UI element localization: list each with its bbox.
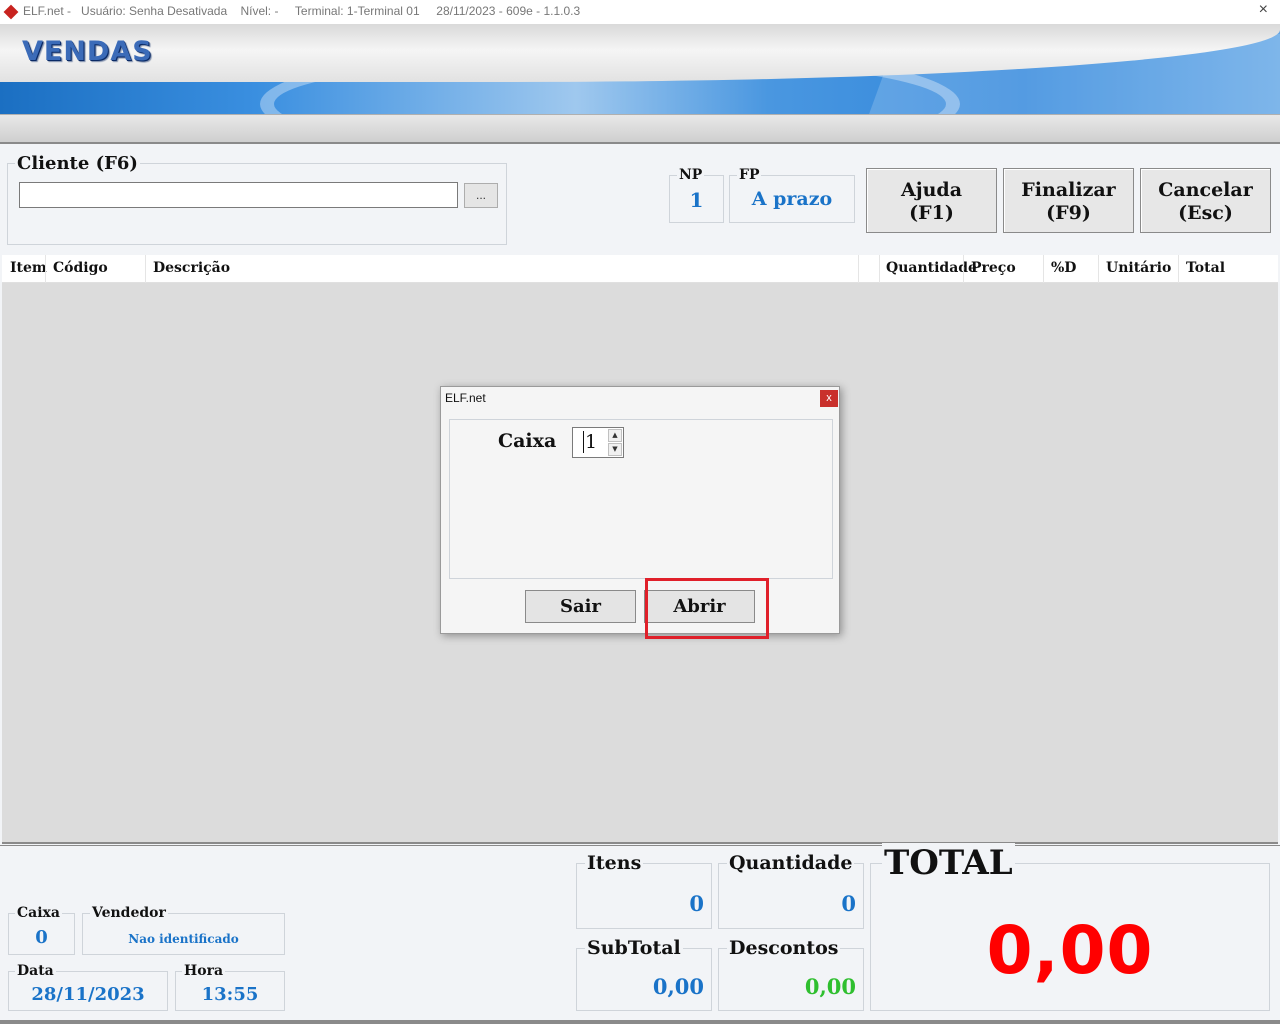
column-header-item[interactable]: Item bbox=[10, 260, 47, 276]
caixa-label: Caixa bbox=[15, 905, 62, 921]
column-header-descricao[interactable]: Descrição bbox=[153, 260, 230, 276]
column-header-preco[interactable]: Preço bbox=[971, 260, 1016, 276]
descontos-value: 0,00 bbox=[804, 974, 856, 999]
column-header-unitario[interactable]: Unitário bbox=[1106, 260, 1171, 276]
column-header-desconto[interactable]: %D bbox=[1051, 260, 1076, 276]
np-value: 1 bbox=[689, 188, 704, 212]
fp-label: FP bbox=[737, 167, 762, 183]
column-divider bbox=[45, 255, 46, 283]
column-divider bbox=[145, 255, 146, 283]
window-close-icon[interactable]: × bbox=[1259, 1, 1268, 19]
caixa-number-stepper[interactable]: 1 ▲ ▼ bbox=[572, 427, 624, 458]
finalizar-button-shortcut: (F9) bbox=[1046, 202, 1091, 224]
total-value: 0,00 bbox=[986, 912, 1154, 989]
column-header-codigo[interactable]: Código bbox=[53, 260, 108, 276]
itens-label: Itens bbox=[585, 852, 644, 874]
vendedor-value: Nao identificado bbox=[128, 932, 239, 946]
hora-value: 13:55 bbox=[201, 984, 259, 1005]
cancelar-button[interactable]: Cancelar (Esc) bbox=[1140, 168, 1271, 233]
toolbar-strip bbox=[0, 114, 1280, 144]
caixa-stepper-value[interactable]: 1 bbox=[583, 431, 597, 453]
stepper-down-icon[interactable]: ▼ bbox=[608, 443, 622, 456]
descontos-label: Descontos bbox=[727, 937, 841, 959]
title-bar: ELF.net - Usuário: Senha Desativada Níve… bbox=[0, 0, 1280, 24]
fp-value: A prazo bbox=[751, 188, 833, 210]
subtotal-value: 0,00 bbox=[652, 974, 704, 999]
column-divider bbox=[1098, 255, 1099, 283]
hora-label: Hora bbox=[182, 963, 226, 979]
quantidade-value: 0 bbox=[841, 891, 856, 916]
cliente-browse-button[interactable]: ... bbox=[464, 183, 498, 208]
ajuda-button-shortcut: (F1) bbox=[909, 202, 954, 224]
caixa-dialog: ELF.net x Caixa 1 ▲ ▼ Sair Abrir bbox=[440, 386, 840, 634]
window-title: ELF.net - Usuário: Senha Desativada Níve… bbox=[23, 4, 581, 18]
column-divider bbox=[1043, 255, 1044, 283]
footer-bottom-border bbox=[0, 1020, 1280, 1024]
ajuda-button[interactable]: Ajuda (F1) bbox=[866, 168, 997, 233]
column-header-total[interactable]: Total bbox=[1186, 260, 1225, 276]
abrir-highlight-annotation bbox=[645, 578, 769, 639]
vendedor-label: Vendedor bbox=[90, 905, 168, 921]
quantidade-label: Quantidade bbox=[727, 852, 855, 874]
cancelar-button-shortcut: (Esc) bbox=[1178, 202, 1233, 224]
cancelar-button-label: Cancelar bbox=[1158, 179, 1253, 201]
data-value: 28/11/2023 bbox=[31, 984, 145, 1005]
column-divider bbox=[963, 255, 964, 283]
ajuda-button-label: Ajuda bbox=[900, 179, 963, 201]
subtotal-label: SubTotal bbox=[585, 937, 683, 959]
stepper-up-icon[interactable]: ▲ bbox=[608, 429, 622, 442]
itens-value: 0 bbox=[689, 891, 704, 916]
column-divider bbox=[858, 255, 859, 283]
cliente-input[interactable] bbox=[19, 182, 458, 208]
data-label: Data bbox=[15, 963, 56, 979]
dialog-title: ELF.net bbox=[445, 391, 486, 405]
total-label: TOTAL bbox=[882, 843, 1015, 883]
caixa-value: 0 bbox=[35, 927, 48, 948]
finalizar-button[interactable]: Finalizar (F9) bbox=[1003, 168, 1134, 233]
column-divider bbox=[879, 255, 880, 283]
column-divider bbox=[1178, 255, 1179, 283]
app-logo-icon bbox=[3, 4, 19, 20]
screen-title: VENDAS bbox=[22, 36, 153, 67]
caixa-field-label: Caixa bbox=[498, 430, 557, 452]
np-label: NP bbox=[677, 167, 705, 183]
finalizar-button-label: Finalizar bbox=[1021, 179, 1116, 201]
cliente-label: Cliente (F6) bbox=[15, 153, 140, 174]
sair-button[interactable]: Sair bbox=[525, 590, 636, 623]
dialog-close-button[interactable]: x bbox=[820, 390, 838, 407]
footer-divider bbox=[0, 845, 1280, 846]
header-banner: VENDAS bbox=[0, 24, 1280, 114]
items-grid-header: Item Código Descrição Quantidade Preço %… bbox=[2, 255, 1278, 283]
